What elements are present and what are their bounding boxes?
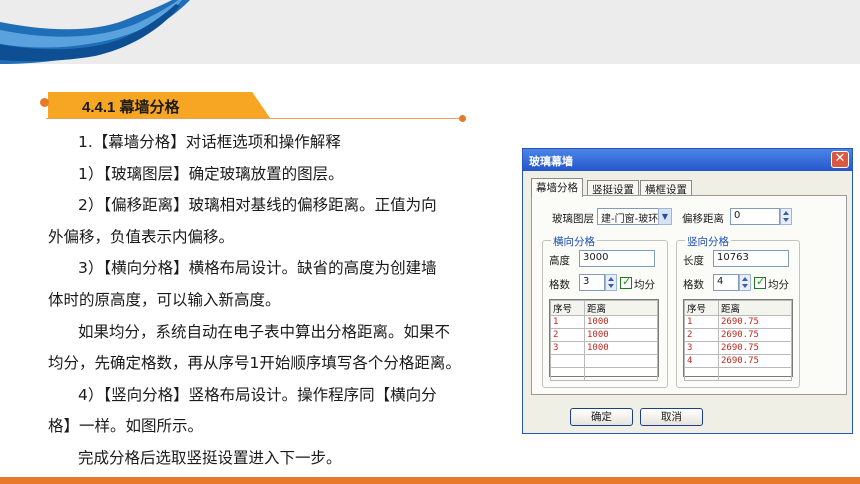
v-equal-label: 均分 <box>768 279 789 291</box>
v-count-input[interactable]: 4 <box>713 274 739 291</box>
col-distance-header: 距离 <box>584 300 658 316</box>
row-index: 3 <box>684 341 719 355</box>
paragraph-4b: 体时的原高度，可以输入新高度。 <box>48 290 281 309</box>
length-input[interactable]: 10763 <box>713 250 789 267</box>
glass-curtain-wall-dialog: 玻璃幕墙 ✕ 幕墙分格 竖挺设置 横框设置 玻璃图层 建-门窗-玻环 ▼ 偏移距… <box>522 148 853 434</box>
tab-transom-settings[interactable]: 横框设置 <box>640 180 692 196</box>
tab-mullion-settings[interactable]: 竖挺设置 <box>587 180 639 196</box>
paragraph-3a: 2）【偏移距离】玻璃相对基线的偏移距离。正值为向 <box>78 196 437 215</box>
paragraph-3b: 外偏移，负值表示内偏移。 <box>48 227 235 246</box>
row-distance[interactable]: 2690.75 <box>718 315 792 329</box>
offset-spinner[interactable] <box>780 208 792 225</box>
paragraph-4a: 3）【横向分格】横格布局设计。缺省的高度为创建墙 <box>78 259 437 278</box>
v-count-label: 格数 <box>683 279 704 291</box>
table-row[interactable]: 1 1000 <box>550 315 658 329</box>
col-index-header: 序号 <box>684 300 719 316</box>
close-button[interactable]: ✕ <box>831 151 849 168</box>
row-index: 1 <box>684 315 719 329</box>
h-equal-label: 均分 <box>634 279 655 291</box>
row-distance[interactable]: 2690.75 <box>718 328 792 342</box>
section-heading: 4.4.1 幕墙分格 <box>40 92 466 122</box>
tab-panel: 玻璃图层 建-门窗-玻环 ▼ 偏移距离 0 横向分格 高度 3000 格数 3 … <box>531 195 847 395</box>
vertical-table[interactable]: 序号 距离 1 2690.75 2 2690.75 3 2690.75 4 2690.75 <box>683 299 793 381</box>
table-row[interactable]: 3 2690.75 <box>684 341 792 355</box>
length-label: 长度 <box>683 255 704 267</box>
bottom-accent-bar <box>0 477 860 484</box>
height-input[interactable]: 3000 <box>579 250 655 267</box>
table-row[interactable]: 4 2690.75 <box>684 354 792 368</box>
paragraph-7: 完成分格后选取竖挺设置进入下一步。 <box>78 448 342 467</box>
vertical-division-group: 竖向分格 长度 10763 格数 4 均分 序号距离 12690.75 2269… <box>676 234 800 388</box>
wave-decoration <box>0 0 190 64</box>
tab-grid-division[interactable]: 幕墙分格 <box>531 178 583 197</box>
heading-underline <box>46 118 462 119</box>
row-distance[interactable]: 1000 <box>584 315 658 329</box>
paragraph-1: 1.【幕墙分格】对话框选项和操作解释 <box>78 133 341 151</box>
top-banner <box>0 0 860 64</box>
h-count-spinner[interactable] <box>605 274 617 291</box>
table-row[interactable]: 1 2690.75 <box>684 315 792 329</box>
paragraph-5a: 如果均分，系统自动在电子表中算出分格距离。如果不 <box>78 322 451 341</box>
row-distance[interactable]: 2690.75 <box>718 354 792 368</box>
height-label: 高度 <box>549 255 570 267</box>
chevron-down-icon[interactable]: ▼ <box>658 208 672 225</box>
row-index: 1 <box>550 315 585 329</box>
h-count-label: 格数 <box>549 279 570 291</box>
section-title: 4.4.1 幕墙分格 <box>82 99 180 116</box>
table-row[interactable]: 2 2690.75 <box>684 328 792 342</box>
vertical-group-title: 竖向分格 <box>685 234 731 249</box>
paragraph-6b: 格】一样。如图所示。 <box>48 417 204 436</box>
h-equal-checkbox[interactable] <box>620 275 632 289</box>
horizontal-group-title: 横向分格 <box>551 234 597 249</box>
table-row[interactable]: 3 1000 <box>550 341 658 355</box>
row-index: 3 <box>550 341 585 355</box>
h-count-input[interactable]: 3 <box>579 274 605 291</box>
horizontal-table[interactable]: 序号 距离 1 1000 2 1000 3 1000 <box>549 299 659 381</box>
close-icon: ✕ <box>834 151 846 166</box>
row-distance[interactable]: 2690.75 <box>718 341 792 355</box>
offset-input[interactable]: 0 <box>730 208 780 225</box>
cancel-button[interactable]: 取消 <box>640 408 703 426</box>
row-index: 2 <box>684 328 719 342</box>
table-row[interactable]: 2 1000 <box>550 328 658 342</box>
table-row[interactable] <box>550 367 658 381</box>
v-equal-checkbox[interactable] <box>754 275 766 289</box>
col-index-header: 序号 <box>550 300 585 316</box>
row-distance[interactable]: 1000 <box>584 328 658 342</box>
horizontal-division-group: 横向分格 高度 3000 格数 3 均分 序号距离 11000 21000 31… <box>542 234 668 388</box>
col-distance-header: 距离 <box>718 300 792 316</box>
paragraph-5b: 均分，先确定格数，再从序号1开始顺序填写各个分格距离。 <box>48 354 461 373</box>
table-row[interactable] <box>684 367 792 381</box>
glass-layer-label: 玻璃图层 <box>552 213 594 225</box>
heading-dot-left <box>40 98 49 107</box>
v-count-spinner[interactable] <box>739 274 751 291</box>
body-text: 1.【幕墙分格】对话框选项和操作解释 1）【玻璃图层】确定玻璃放置的图层。 2）… <box>48 127 520 475</box>
row-index: 4 <box>684 354 719 368</box>
row-distance[interactable]: 1000 <box>584 341 658 355</box>
paragraph-2: 1）【玻璃图层】确定玻璃放置的图层。 <box>78 164 344 183</box>
table-row[interactable] <box>550 354 658 368</box>
offset-label: 偏移距离 <box>682 213 724 225</box>
dialog-titlebar: 玻璃幕墙 ✕ <box>523 149 852 171</box>
heading-dot-right <box>459 115 466 122</box>
dialog-title: 玻璃幕墙 <box>529 155 573 168</box>
row-index: 2 <box>550 328 585 342</box>
paragraph-6a: 4）【竖向分格】竖格布局设计。操作程序同【横向分 <box>78 385 437 404</box>
glass-layer-select[interactable]: 建-门窗-玻环 <box>597 208 659 225</box>
ok-button[interactable]: 确定 <box>570 408 633 426</box>
